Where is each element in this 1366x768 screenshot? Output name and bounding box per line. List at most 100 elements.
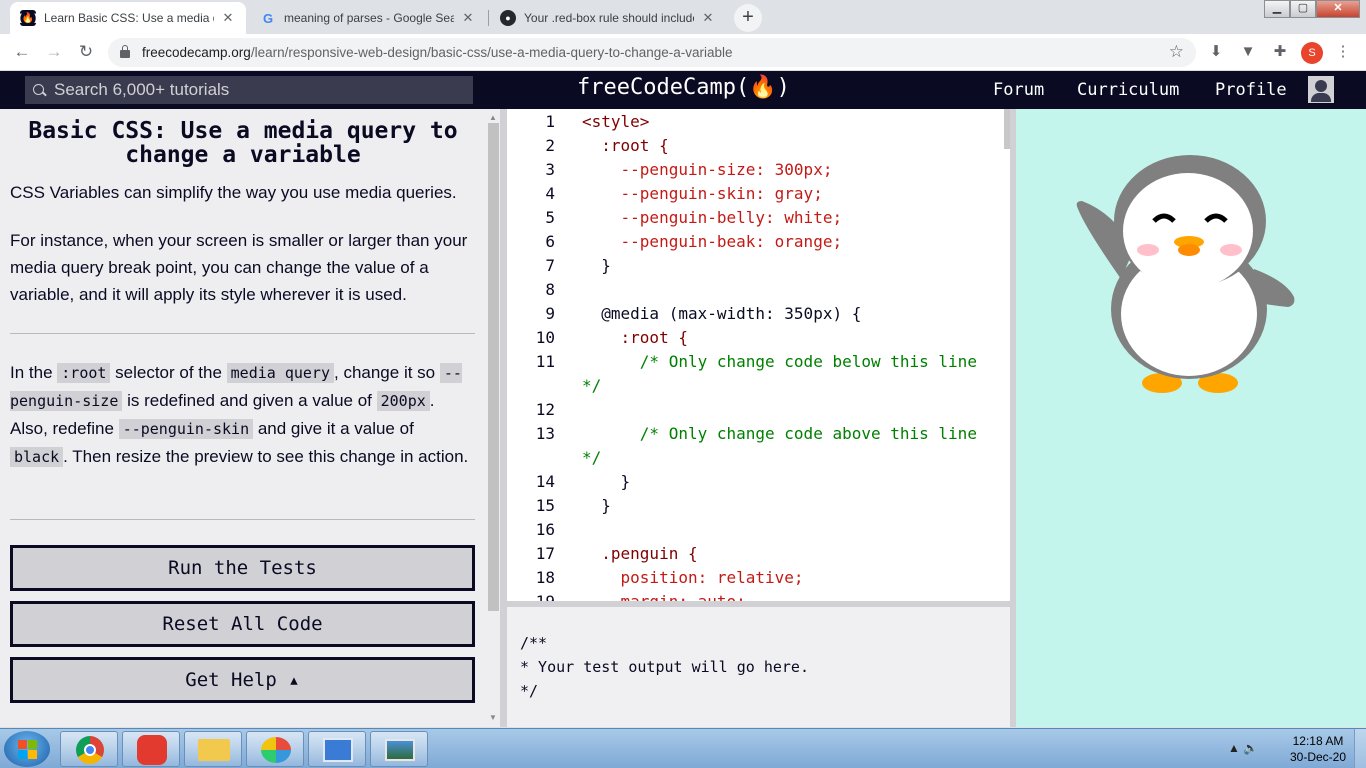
bookmark-star-icon[interactable]: ☆: [1169, 42, 1184, 62]
close-icon[interactable]: ✕: [220, 10, 236, 26]
scroll-down-icon[interactable]: ▼: [489, 713, 497, 722]
clock-date: 30-Dec-20: [1289, 750, 1346, 764]
code-line[interactable]: 8: [507, 278, 1010, 302]
line-number: 17: [535, 544, 555, 563]
line-number: 7: [545, 256, 555, 275]
minimize-icon[interactable]: ▁: [1264, 0, 1290, 18]
user-avatar-icon[interactable]: [1308, 76, 1334, 103]
nav-forum[interactable]: Forum: [993, 80, 1044, 100]
line-text: --penguin-skin: gray;: [582, 184, 823, 203]
app-red[interactable]: [122, 731, 180, 767]
tab-fcc[interactable]: (🔥) Learn Basic CSS: Use a media query t…: [10, 2, 246, 34]
profile-avatar[interactable]: S: [1301, 42, 1323, 64]
run-tests-button[interactable]: Run the Tests: [10, 545, 475, 591]
code-line[interactable]: 18 position: relative;: [507, 566, 1010, 590]
chrome-app[interactable]: [60, 731, 118, 767]
line-number: 18: [535, 568, 555, 587]
search-input[interactable]: Search 6,000+ tutorials: [25, 76, 473, 104]
reset-code-button[interactable]: Reset All Code: [10, 601, 475, 647]
code-line[interactable]: 6 --penguin-beak: orange;: [507, 230, 1010, 254]
reload-icon[interactable]: ↻: [74, 40, 98, 64]
code-line[interactable]: 2 :root {: [507, 134, 1010, 158]
line-number: 3: [545, 160, 555, 179]
code-line[interactable]: 11 /* Only change code below this line: [507, 350, 1010, 374]
fcc-icon: (🔥): [18, 10, 38, 26]
maximize-icon[interactable]: ▢: [1290, 0, 1316, 18]
line-number: 16: [535, 520, 555, 539]
code-line[interactable]: 3 --penguin-size: 300px;: [507, 158, 1010, 182]
instructions-scrollbar[interactable]: ▲ ▼: [486, 109, 500, 727]
tab-google[interactable]: G meaning of parses - Google Search ✕: [250, 2, 486, 34]
github-icon: ●: [500, 10, 516, 26]
line-text: --penguin-belly: white;: [582, 208, 843, 227]
menu-dots-icon[interactable]: ⋮: [1333, 42, 1353, 62]
code-line[interactable]: 14 }: [507, 470, 1010, 494]
download-icon[interactable]: ⬇: [1206, 42, 1226, 62]
code-line[interactable]: */: [507, 374, 1010, 398]
line-number: 8: [545, 280, 555, 299]
code-editor[interactable]: 1 <style> 2 :root {3 --penguin-size: 300px…: [507, 109, 1010, 601]
nav-profile[interactable]: Profile: [1215, 80, 1287, 100]
line-text: <style>: [582, 112, 650, 131]
lesson-title: Basic CSS: Use a media query to change a…: [28, 118, 458, 168]
show-desktop-button[interactable]: [1354, 729, 1366, 768]
line-number: 15: [535, 496, 555, 515]
search-placeholder: Search 6,000+ tutorials: [54, 80, 230, 99]
code-line[interactable]: 4 --penguin-skin: gray;: [507, 182, 1010, 206]
code-line[interactable]: 9 @media (max-width: 350px) {: [507, 302, 1010, 326]
fcc-logo[interactable]: freeCodeCamp(🔥): [577, 75, 790, 100]
code-line[interactable]: 12: [507, 398, 1010, 422]
code-line[interactable]: 19 margin: auto;: [507, 590, 1010, 601]
code-line[interactable]: 16: [507, 518, 1010, 542]
photo-viewer-app[interactable]: [370, 731, 428, 767]
code-line[interactable]: 7 }: [507, 254, 1010, 278]
code-line[interactable]: 15 }: [507, 494, 1010, 518]
clock[interactable]: 12:18 AM 30-Dec-20: [1290, 733, 1346, 765]
close-icon[interactable]: ✕: [460, 10, 476, 26]
folder-icon: [198, 739, 230, 761]
scroll-thumb[interactable]: [488, 123, 499, 611]
url-text[interactable]: freecodecamp.org/learn/responsive-web-de…: [142, 45, 733, 60]
tray-icons[interactable]: ▲ 🔈: [1228, 741, 1258, 755]
line-number: 1: [545, 112, 555, 131]
line-number: 12: [535, 400, 555, 419]
puzzle-extensions-icon[interactable]: ✚: [1270, 42, 1290, 62]
extension-download-icon[interactable]: ▼: [1238, 42, 1258, 62]
explorer-app[interactable]: [184, 731, 242, 767]
tab-title: Your .red-box rule should include the ba…: [524, 11, 694, 25]
nav-curriculum[interactable]: Curriculum: [1077, 80, 1179, 100]
close-icon[interactable]: ✕: [700, 10, 716, 26]
forward-arrow-icon[interactable]: →: [42, 40, 66, 64]
line-number: 14: [535, 472, 555, 491]
back-arrow-icon[interactable]: ←: [10, 40, 34, 64]
red-app-icon: [137, 735, 167, 765]
windows-taskbar: ▲ 🔈 12:18 AM 30-Dec-20: [0, 728, 1366, 768]
code-line[interactable]: 17 .penguin {: [507, 542, 1010, 566]
code-line[interactable]: 5 --penguin-belly: white;: [507, 206, 1010, 230]
address-bar[interactable]: freecodecamp.org/learn/responsive-web-de…: [108, 38, 1196, 67]
code-line[interactable]: */: [507, 446, 1010, 470]
tab-github[interactable]: ● Your .red-box rule should include the …: [490, 2, 726, 34]
line-text: :root {: [582, 136, 669, 155]
paint-app[interactable]: [246, 731, 304, 767]
code-line[interactable]: 13 /* Only change code above this line: [507, 422, 1010, 446]
start-button[interactable]: [4, 731, 50, 767]
line-text: */: [582, 376, 602, 395]
scroll-up-icon[interactable]: ▲: [489, 113, 497, 122]
control-panel-app[interactable]: [308, 731, 366, 767]
close-window-icon[interactable]: ✕: [1316, 0, 1360, 18]
line-number: 4: [545, 184, 555, 203]
control-panel-icon: [323, 738, 353, 762]
pane-splitter[interactable]: [500, 109, 507, 727]
search-icon: [33, 83, 46, 97]
line-text: .penguin {: [582, 544, 698, 563]
get-help-button[interactable]: Get Help ▴: [10, 657, 475, 703]
penguin-right-cheek: [1220, 244, 1242, 256]
code-line[interactable]: 10 :root {: [507, 326, 1010, 350]
lesson-intro: CSS Variables can simplify the way you u…: [10, 183, 457, 202]
code-line[interactable]: 1 <style>: [507, 110, 1010, 134]
line-number: 9: [545, 304, 555, 323]
photo-icon: [385, 739, 415, 761]
new-tab-button[interactable]: +: [734, 4, 762, 32]
penguin-face: [1123, 173, 1253, 289]
